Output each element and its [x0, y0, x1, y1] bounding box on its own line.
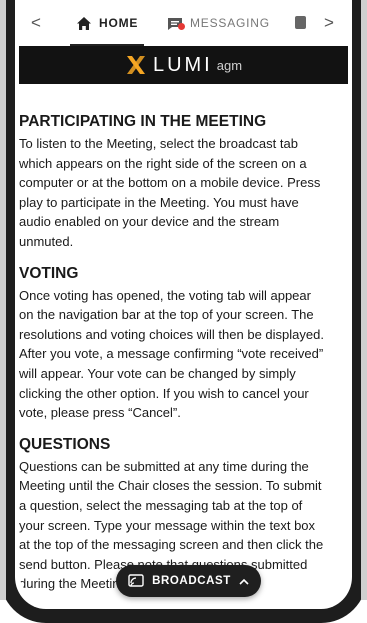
notification-badge	[178, 22, 185, 30]
section-heading: PARTICIPATING IN THE MEETING	[19, 113, 267, 130]
tab-bar: < HOME MESSAGING >	[19, 0, 348, 46]
messaging-icon-wrap	[167, 16, 185, 31]
section-body: Once voting has opened, the voting tab w…	[19, 287, 324, 421]
home-icon	[77, 16, 91, 30]
phone-edge-left	[0, 0, 6, 600]
phone-screen: < HOME MESSAGING > LUMI agm PARTICIPATIN…	[19, 0, 348, 605]
chevron-up-icon	[239, 578, 249, 585]
tab-home-label: HOME	[99, 16, 139, 30]
section-participating: PARTICIPATING IN THE MEETING To listen t…	[19, 112, 325, 252]
broadcast-button[interactable]: BROADCAST	[116, 565, 261, 597]
phone-edge-right	[361, 0, 367, 600]
section-body: To listen to the Meeting, select the bro…	[19, 136, 321, 249]
cast-icon	[128, 574, 144, 587]
logo-wordmark: LUMI	[152, 53, 213, 76]
section-heading: QUESTIONS	[19, 435, 111, 453]
section-heading: VOTING	[19, 264, 79, 282]
tab-prev-arrow[interactable]: <	[31, 14, 41, 32]
section-voting: VOTING Once voting has opened, the votin…	[19, 264, 325, 423]
tab-home[interactable]: HOME	[69, 0, 145, 46]
broadcast-label: BROADCAST	[152, 575, 231, 587]
logo-bar: LUMI agm	[19, 46, 348, 84]
tab-messaging-label: MESSAGING	[190, 16, 270, 30]
logo-suffix: agm	[216, 57, 243, 73]
tab-documents-icon[interactable]	[295, 16, 306, 29]
lumi-x-logo-icon	[126, 56, 145, 74]
tab-messaging[interactable]: MESSAGING	[167, 0, 270, 46]
tab-next-arrow[interactable]: >	[324, 14, 334, 32]
